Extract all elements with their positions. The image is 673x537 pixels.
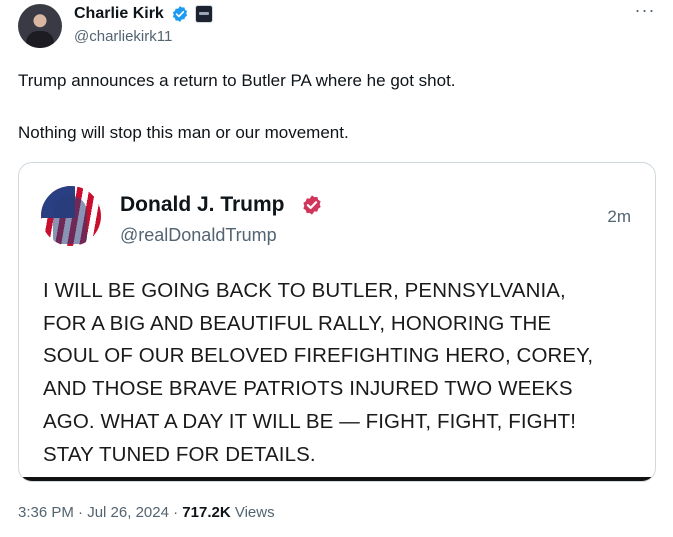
quoted-verified-badge-icon bbox=[303, 195, 321, 215]
quoted-author-avatar bbox=[41, 186, 101, 246]
quoted-post-image[interactable]: Donald J. Trump @realDonaldTrump 2m I WI… bbox=[18, 162, 656, 482]
verified-badge-icon bbox=[172, 6, 188, 22]
quoted-text-line: AND THOSE BRAVE PATRIOTS INJURED TWO WEE… bbox=[43, 377, 573, 401]
quoted-timestamp: 2m bbox=[607, 207, 631, 226]
quoted-text-line: SOUL OF OUR BELOVED FIREFIGHTING HERO, C… bbox=[43, 344, 594, 368]
meta-separator: · bbox=[173, 504, 179, 521]
quoted-author-name: Donald J. Trump bbox=[120, 193, 285, 216]
author-name[interactable]: Charlie Kirk bbox=[74, 4, 164, 24]
tweet-text-line: Trump announces a return to Butler PA wh… bbox=[18, 71, 456, 90]
author-avatar[interactable] bbox=[18, 4, 62, 48]
quoted-post-text: I WILL BE GOING BACK TO BUTLER, PENNSYLV… bbox=[43, 275, 633, 471]
tweet-time[interactable]: 3:36 PM bbox=[18, 504, 74, 521]
quote-bottom-border bbox=[19, 477, 655, 481]
views-count[interactable]: 717.2K bbox=[182, 504, 230, 521]
meta-separator: · bbox=[78, 504, 84, 521]
more-options-icon[interactable]: ··· bbox=[633, 1, 657, 26]
affiliation-badge-icon[interactable] bbox=[195, 5, 213, 23]
tweet-text: Trump announces a return to Butler PA wh… bbox=[18, 70, 648, 144]
author-handle[interactable]: @charliekirk11 bbox=[74, 27, 172, 47]
tweet-date[interactable]: Jul 26, 2024 bbox=[87, 504, 169, 521]
tweet-text-line: Nothing will stop this man or our moveme… bbox=[18, 123, 349, 142]
tweet-metadata: 3:36 PM · Jul 26, 2024 · 717.2K Views bbox=[18, 503, 275, 523]
views-label: Views bbox=[234, 504, 275, 521]
quoted-author-handle: @realDonaldTrump bbox=[120, 225, 277, 245]
quoted-text-line: STAY TUNED FOR DETAILS. bbox=[43, 442, 316, 466]
quoted-text-line: I WILL BE GOING BACK TO BUTLER, PENNSYLV… bbox=[43, 279, 566, 302]
quoted-text-line: AGO. WHAT A DAY IT WILL BE — FIGHT, FIGH… bbox=[43, 409, 577, 433]
quoted-text-line: FOR A BIG AND BEAUTIFUL RALLY, HONORING … bbox=[43, 311, 552, 335]
